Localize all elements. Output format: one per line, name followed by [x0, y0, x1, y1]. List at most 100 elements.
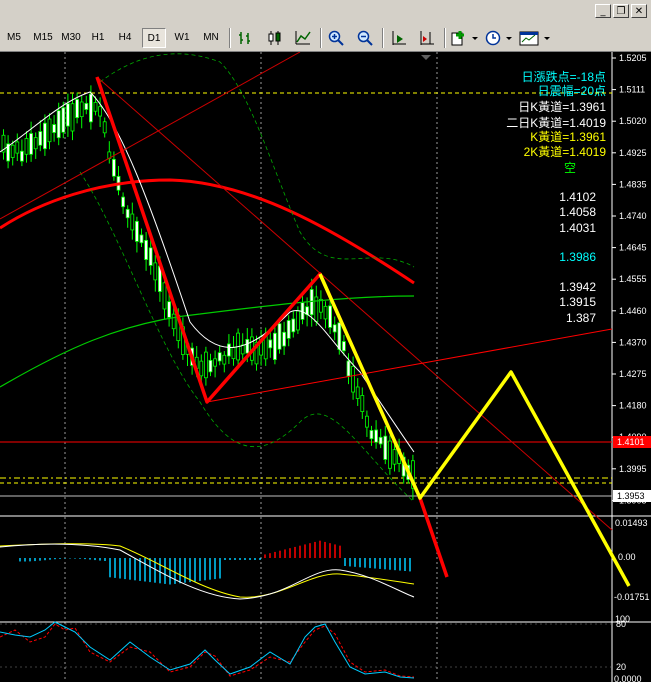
candle-body — [341, 341, 346, 352]
candle-body — [222, 354, 227, 365]
price-tick-label: 1.5111 — [619, 85, 645, 95]
minimize-button[interactable]: _ — [595, 4, 611, 18]
chart-shift-icon[interactable] — [416, 28, 438, 48]
candle-body — [208, 359, 213, 373]
candle-body — [121, 196, 125, 208]
candle-body — [245, 339, 250, 354]
candle-body — [148, 247, 153, 266]
candlestick-icon[interactable] — [264, 28, 286, 48]
macd-axis-zero: 0.00 — [618, 552, 636, 562]
price-tick-label: 1.4275 — [619, 369, 647, 379]
candle-body — [217, 352, 222, 362]
candle-body — [19, 150, 24, 162]
candle-body — [98, 106, 102, 117]
candle-body — [84, 102, 89, 110]
templates-icon[interactable] — [518, 28, 552, 48]
timeframe-m30[interactable]: M30 — [58, 28, 84, 48]
autoscroll-icon[interactable] — [388, 28, 410, 48]
candle-body — [70, 103, 75, 132]
candle-body — [125, 208, 130, 219]
candle-body — [66, 103, 70, 127]
candle-body — [93, 102, 98, 112]
line-chart-icon[interactable] — [292, 28, 314, 48]
candle-body — [56, 110, 61, 139]
timeframe-w1[interactable]: W1 — [170, 28, 194, 48]
candle-body — [47, 118, 52, 143]
candle-body — [277, 323, 282, 350]
timeframe-d1[interactable]: D1 — [142, 28, 166, 48]
candle-body — [199, 360, 204, 377]
price-tick-label: 1.4740 — [619, 211, 647, 221]
timeframe-m5[interactable]: M5 — [4, 28, 24, 48]
macd-axis-bottom: -0.01751 — [614, 592, 650, 602]
candle-body — [29, 133, 34, 155]
candle-body — [295, 310, 300, 331]
zoom-in-icon[interactable] — [325, 28, 347, 48]
candle-body — [369, 430, 374, 440]
candle-body — [374, 429, 379, 443]
osc-axis-bottom: 0.0000 — [614, 674, 642, 682]
candle-body — [61, 107, 66, 133]
candle-body — [112, 158, 116, 177]
toolbar-separator — [320, 28, 322, 48]
info-k-ecliptic: K黃道=1.3961 — [530, 130, 606, 144]
toolbar-separator — [382, 28, 384, 48]
bar-chart-icon[interactable] — [235, 28, 257, 48]
chart-area[interactable]: 日漲跌点=-18点 日震幅=20点 日K黃道=1.3961 二日K黃道=1.40… — [0, 52, 651, 682]
price-tick-label: 1.3995 — [619, 464, 647, 474]
candle-body — [130, 213, 135, 231]
price-tick-label: 1.4370 — [619, 337, 647, 347]
restore-button[interactable]: ❐ — [613, 4, 629, 18]
candle-body — [291, 318, 296, 333]
candle-body — [328, 305, 333, 328]
info-signal: 空 — [564, 161, 576, 175]
candle-body — [346, 360, 351, 377]
toolbar-separator — [229, 28, 231, 48]
candle-body — [383, 435, 388, 460]
candle-body — [33, 137, 38, 150]
timeframe-h1[interactable]: H1 — [87, 28, 109, 48]
candle-body — [52, 124, 56, 133]
candle-body — [213, 358, 218, 367]
candle-body — [360, 395, 365, 413]
price-tag-red-label: 1.4101 — [617, 437, 645, 447]
info-daily-ecliptic: 日K黃道=1.3961 — [518, 100, 606, 114]
candle-body — [139, 234, 144, 244]
candle-body — [355, 386, 360, 399]
candle-body — [89, 93, 93, 123]
info-level: 1.4102 — [559, 190, 596, 204]
price-tick-label: 1.4925 — [619, 148, 647, 158]
timeframe-h4[interactable]: H4 — [114, 28, 136, 48]
candle-body — [167, 301, 172, 318]
price-tick-label: 1.4180 — [619, 401, 647, 411]
candle-body — [378, 436, 383, 445]
indicators-icon[interactable] — [450, 28, 480, 48]
info-level-mid: 1.3986 — [559, 250, 596, 264]
candle-body — [231, 347, 236, 360]
timeframe-mn[interactable]: MN — [198, 28, 224, 48]
candle-body — [144, 239, 149, 260]
candle-body — [263, 336, 268, 360]
info-level: 1.3942 — [559, 280, 596, 294]
macd-axis-top: 0.01493 — [615, 518, 648, 528]
candle-body — [387, 440, 392, 469]
candle-body — [323, 305, 328, 320]
candle-body — [337, 322, 342, 350]
timeframe-m15[interactable]: M15 — [30, 28, 56, 48]
osc-axis-80: 80 — [616, 619, 626, 629]
current-price-label: 1.3953 — [617, 491, 645, 501]
periods-icon[interactable] — [484, 28, 514, 48]
toolbar: M5 M15 M30 H1 H4 D1 W1 MN — [0, 24, 651, 52]
candle-body — [38, 131, 43, 146]
candle-body — [351, 366, 356, 393]
price-tick-label: 1.5205 — [619, 53, 647, 63]
close-button[interactable]: ✕ — [631, 4, 647, 18]
zoom-out-icon[interactable] — [354, 28, 376, 48]
candle-body — [318, 298, 323, 313]
info-level: 1.4058 — [559, 205, 596, 219]
window-controls: _ ❐ ✕ — [595, 4, 647, 18]
candle-body — [43, 122, 47, 150]
price-tick-label: 1.5020 — [619, 116, 647, 126]
price-tick-label: 1.4555 — [619, 274, 647, 284]
candle-body — [24, 138, 29, 155]
